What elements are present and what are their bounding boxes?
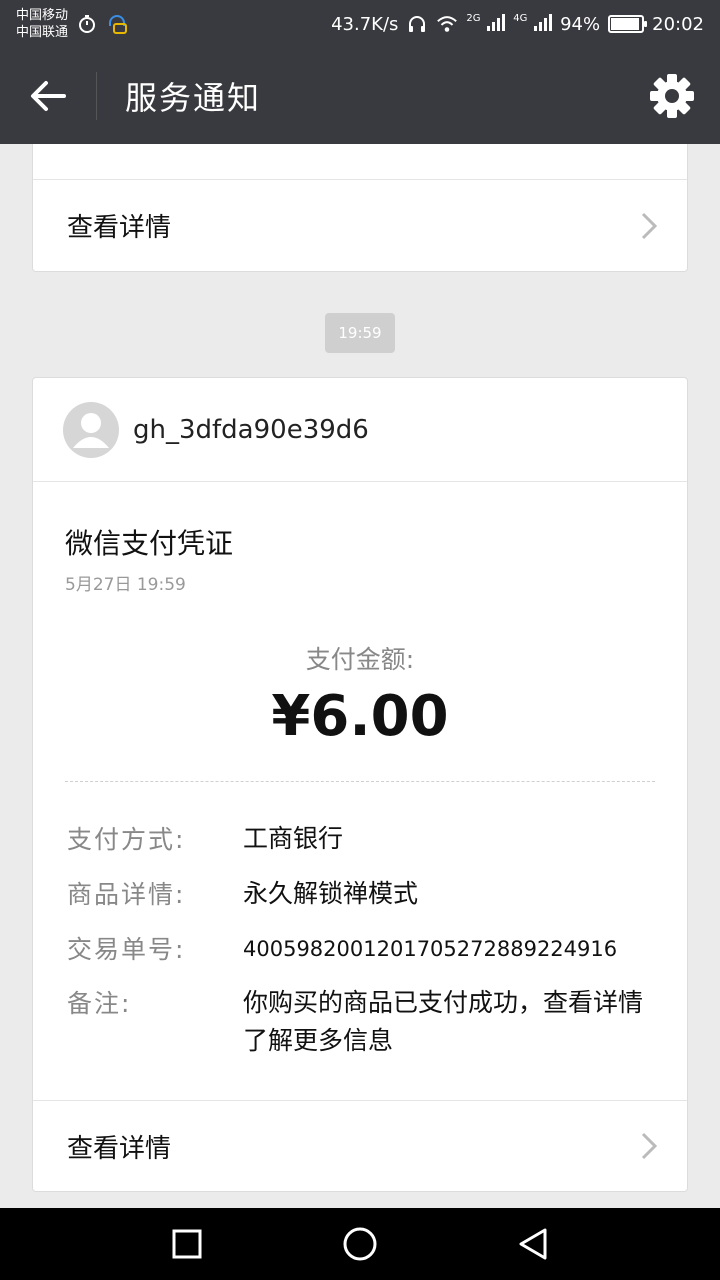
card-header[interactable]: gh_3dfda90e39d6 (33, 378, 687, 482)
field-label: 交易单号: (67, 935, 186, 964)
back-button[interactable] (0, 48, 96, 144)
chevron-right-icon (641, 1132, 657, 1160)
headset-chat-icon (106, 13, 128, 35)
carrier-2: 中国联通 (16, 25, 69, 40)
status-bar: 中国移动 中国联通 43.7K/s 2G 4G 94% 20:02 (0, 0, 720, 48)
avatar (63, 401, 119, 458)
field-label: 商品详情: (67, 880, 186, 909)
field-transaction-id: 交易单号: 4005982001201705272889224916 (67, 930, 643, 968)
signal-bars-icon (534, 13, 553, 31)
message-title: 微信支付凭证 (65, 527, 234, 560)
home-button[interactable] (324, 1208, 396, 1280)
net-4g-label: 4G (513, 12, 528, 24)
field-label: 支付方式: (67, 825, 186, 854)
view-details-row[interactable]: 查看详情 (33, 1100, 687, 1191)
carrier-names: 中国移动 中国联通 (16, 7, 68, 41)
clock: 20:02 (652, 13, 704, 35)
carrier-1: 中国移动 (16, 8, 69, 23)
gear-icon (650, 74, 694, 118)
previous-message-card: 查看详情 (32, 144, 688, 272)
app-bar: 服务通知 (0, 48, 720, 144)
square-icon (172, 1229, 202, 1259)
system-nav-bar (0, 1208, 720, 1280)
battery-icon (608, 15, 648, 33)
back-nav-button[interactable] (497, 1208, 569, 1280)
message-timestamp: 19:59 (325, 313, 395, 353)
payment-receipt-card: gh_3dfda90e39d6 微信支付凭证 5月27日 19:59 支付金额:… (32, 377, 688, 1192)
wifi-icon (436, 13, 458, 35)
field-value: 工商银行 (243, 824, 344, 853)
status-left: 中国移动 中国联通 (16, 7, 128, 41)
view-details-label: 查看详情 (67, 1133, 172, 1164)
status-right: 43.7K/s 2G 4G 94% 20:02 (331, 13, 704, 36)
page-title: 服务通知 (125, 79, 262, 117)
chevron-right-icon (641, 212, 657, 239)
person-icon (73, 412, 109, 448)
field-value: 永久解锁禅模式 (243, 879, 419, 908)
card-stub (33, 144, 687, 180)
battery-percent: 94% (560, 13, 601, 35)
arrow-left-icon (31, 81, 66, 111)
sender-name: gh_3dfda90e39d6 (133, 414, 369, 445)
view-details-row-top[interactable]: 查看详情 (33, 180, 687, 271)
circle-icon (343, 1227, 377, 1261)
field-remark: 备注: 你购买的商品已支付成功，查看详情了解更多信息 (67, 984, 643, 1060)
signal-4g: 4G (513, 12, 553, 36)
view-details-label: 查看详情 (67, 213, 172, 243)
appbar-divider (96, 72, 97, 120)
signal-2g: 2G (466, 12, 506, 36)
payment-amount: ¥6.00 (271, 684, 449, 749)
amount-label: 支付金额: (305, 645, 415, 674)
dashed-divider (65, 781, 655, 782)
field-payment-method: 支付方式: 工商银行 (67, 820, 643, 858)
timer-icon (76, 13, 98, 35)
field-label: 备注: (67, 989, 132, 1018)
settings-button[interactable] (624, 48, 720, 144)
field-value: 4005982001201705272889224916 (243, 937, 618, 961)
message-date: 5月27日 19:59 (65, 575, 186, 595)
network-speed: 43.7K/s (331, 13, 399, 35)
net-2g-label: 2G (466, 12, 481, 24)
recents-button[interactable] (151, 1208, 223, 1280)
headphones-icon (406, 13, 428, 35)
signal-bars-icon (487, 13, 506, 31)
field-product-details: 商品详情: 永久解锁禅模式 (67, 875, 643, 913)
field-value: 你购买的商品已支付成功，查看详情了解更多信息 (243, 988, 644, 1055)
triangle-back-icon (519, 1228, 547, 1260)
